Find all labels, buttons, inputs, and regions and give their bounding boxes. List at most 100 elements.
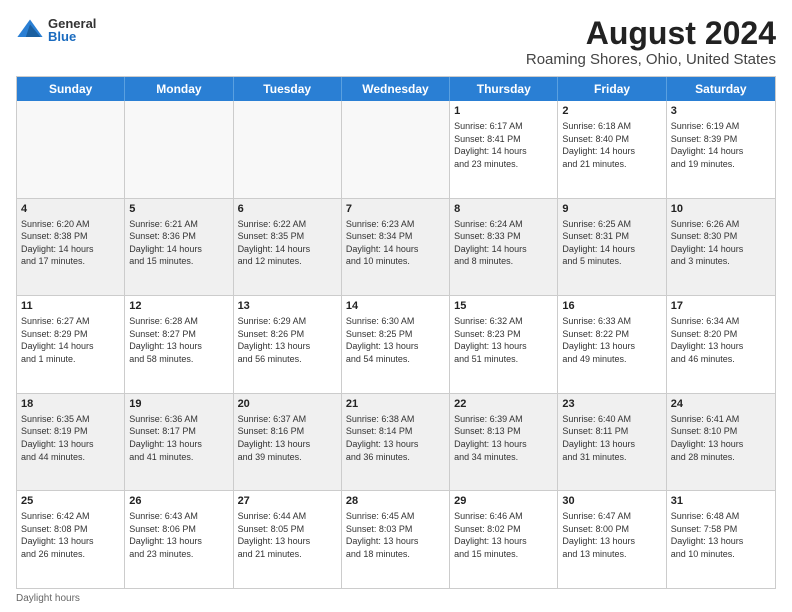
calendar-cell: 4Sunrise: 6:20 AM Sunset: 8:38 PM Daylig… xyxy=(17,199,125,296)
cell-info: Sunrise: 6:27 AM Sunset: 8:29 PM Dayligh… xyxy=(21,315,120,365)
day-number: 28 xyxy=(346,494,445,509)
calendar-cell: 15Sunrise: 6:32 AM Sunset: 8:23 PM Dayli… xyxy=(450,296,558,393)
calendar-header-cell: Monday xyxy=(125,77,233,101)
calendar-header-cell: Thursday xyxy=(450,77,558,101)
calendar-cell: 18Sunrise: 6:35 AM Sunset: 8:19 PM Dayli… xyxy=(17,394,125,491)
calendar-header-cell: Friday xyxy=(558,77,666,101)
cell-info: Sunrise: 6:38 AM Sunset: 8:14 PM Dayligh… xyxy=(346,413,445,463)
calendar-cell: 2Sunrise: 6:18 AM Sunset: 8:40 PM Daylig… xyxy=(558,101,666,198)
day-number: 21 xyxy=(346,397,445,412)
day-number: 29 xyxy=(454,494,553,509)
calendar-cell: 30Sunrise: 6:47 AM Sunset: 8:00 PM Dayli… xyxy=(558,491,666,588)
day-number: 14 xyxy=(346,299,445,314)
calendar: SundayMondayTuesdayWednesdayThursdayFrid… xyxy=(16,76,776,589)
calendar-row: 25Sunrise: 6:42 AM Sunset: 8:08 PM Dayli… xyxy=(17,491,775,588)
cell-info: Sunrise: 6:41 AM Sunset: 8:10 PM Dayligh… xyxy=(671,413,771,463)
calendar-cell: 21Sunrise: 6:38 AM Sunset: 8:14 PM Dayli… xyxy=(342,394,450,491)
cell-info: Sunrise: 6:47 AM Sunset: 8:00 PM Dayligh… xyxy=(562,510,661,560)
cell-info: Sunrise: 6:21 AM Sunset: 8:36 PM Dayligh… xyxy=(129,218,228,268)
logo: General Blue xyxy=(16,16,96,44)
cell-info: Sunrise: 6:19 AM Sunset: 8:39 PM Dayligh… xyxy=(671,120,771,170)
day-number: 13 xyxy=(238,299,337,314)
day-number: 4 xyxy=(21,202,120,217)
cell-info: Sunrise: 6:25 AM Sunset: 8:31 PM Dayligh… xyxy=(562,218,661,268)
subtitle: Roaming Shores, Ohio, United States xyxy=(526,51,776,68)
header: General Blue August 2024 Roaming Shores,… xyxy=(16,16,776,68)
calendar-cell: 22Sunrise: 6:39 AM Sunset: 8:13 PM Dayli… xyxy=(450,394,558,491)
calendar-cell: 20Sunrise: 6:37 AM Sunset: 8:16 PM Dayli… xyxy=(234,394,342,491)
calendar-row: 1Sunrise: 6:17 AM Sunset: 8:41 PM Daylig… xyxy=(17,101,775,199)
calendar-cell: 3Sunrise: 6:19 AM Sunset: 8:39 PM Daylig… xyxy=(667,101,775,198)
day-number: 17 xyxy=(671,299,771,314)
calendar-cell: 17Sunrise: 6:34 AM Sunset: 8:20 PM Dayli… xyxy=(667,296,775,393)
calendar-cell: 23Sunrise: 6:40 AM Sunset: 8:11 PM Dayli… xyxy=(558,394,666,491)
day-number: 30 xyxy=(562,494,661,509)
day-number: 6 xyxy=(238,202,337,217)
calendar-cell xyxy=(342,101,450,198)
cell-info: Sunrise: 6:36 AM Sunset: 8:17 PM Dayligh… xyxy=(129,413,228,463)
cell-info: Sunrise: 6:33 AM Sunset: 8:22 PM Dayligh… xyxy=(562,315,661,365)
cell-info: Sunrise: 6:42 AM Sunset: 8:08 PM Dayligh… xyxy=(21,510,120,560)
calendar-header-cell: Wednesday xyxy=(342,77,450,101)
day-number: 10 xyxy=(671,202,771,217)
calendar-cell: 6Sunrise: 6:22 AM Sunset: 8:35 PM Daylig… xyxy=(234,199,342,296)
calendar-cell: 24Sunrise: 6:41 AM Sunset: 8:10 PM Dayli… xyxy=(667,394,775,491)
cell-info: Sunrise: 6:37 AM Sunset: 8:16 PM Dayligh… xyxy=(238,413,337,463)
day-number: 27 xyxy=(238,494,337,509)
day-number: 22 xyxy=(454,397,553,412)
title-block: August 2024 Roaming Shores, Ohio, United… xyxy=(526,16,776,68)
calendar-cell: 11Sunrise: 6:27 AM Sunset: 8:29 PM Dayli… xyxy=(17,296,125,393)
calendar-cell: 26Sunrise: 6:43 AM Sunset: 8:06 PM Dayli… xyxy=(125,491,233,588)
cell-info: Sunrise: 6:18 AM Sunset: 8:40 PM Dayligh… xyxy=(562,120,661,170)
day-number: 2 xyxy=(562,104,661,119)
cell-info: Sunrise: 6:22 AM Sunset: 8:35 PM Dayligh… xyxy=(238,218,337,268)
cell-info: Sunrise: 6:46 AM Sunset: 8:02 PM Dayligh… xyxy=(454,510,553,560)
page: General Blue August 2024 Roaming Shores,… xyxy=(0,0,792,612)
cell-info: Sunrise: 6:34 AM Sunset: 8:20 PM Dayligh… xyxy=(671,315,771,365)
calendar-row: 18Sunrise: 6:35 AM Sunset: 8:19 PM Dayli… xyxy=(17,394,775,492)
day-number: 8 xyxy=(454,202,553,217)
calendar-header-cell: Tuesday xyxy=(234,77,342,101)
calendar-cell: 8Sunrise: 6:24 AM Sunset: 8:33 PM Daylig… xyxy=(450,199,558,296)
day-number: 23 xyxy=(562,397,661,412)
calendar-body: 1Sunrise: 6:17 AM Sunset: 8:41 PM Daylig… xyxy=(17,101,775,588)
cell-info: Sunrise: 6:32 AM Sunset: 8:23 PM Dayligh… xyxy=(454,315,553,365)
day-number: 12 xyxy=(129,299,228,314)
calendar-row: 11Sunrise: 6:27 AM Sunset: 8:29 PM Dayli… xyxy=(17,296,775,394)
logo-icon xyxy=(16,16,44,44)
cell-info: Sunrise: 6:29 AM Sunset: 8:26 PM Dayligh… xyxy=(238,315,337,365)
day-number: 31 xyxy=(671,494,771,509)
day-number: 19 xyxy=(129,397,228,412)
day-number: 16 xyxy=(562,299,661,314)
day-number: 26 xyxy=(129,494,228,509)
calendar-cell: 1Sunrise: 6:17 AM Sunset: 8:41 PM Daylig… xyxy=(450,101,558,198)
calendar-cell: 13Sunrise: 6:29 AM Sunset: 8:26 PM Dayli… xyxy=(234,296,342,393)
cell-info: Sunrise: 6:35 AM Sunset: 8:19 PM Dayligh… xyxy=(21,413,120,463)
cell-info: Sunrise: 6:48 AM Sunset: 7:58 PM Dayligh… xyxy=(671,510,771,560)
day-number: 1 xyxy=(454,104,553,119)
cell-info: Sunrise: 6:20 AM Sunset: 8:38 PM Dayligh… xyxy=(21,218,120,268)
day-number: 25 xyxy=(21,494,120,509)
main-title: August 2024 xyxy=(526,16,776,51)
cell-info: Sunrise: 6:45 AM Sunset: 8:03 PM Dayligh… xyxy=(346,510,445,560)
logo-text: General Blue xyxy=(48,17,96,43)
calendar-header-cell: Sunday xyxy=(17,77,125,101)
day-number: 15 xyxy=(454,299,553,314)
cell-info: Sunrise: 6:23 AM Sunset: 8:34 PM Dayligh… xyxy=(346,218,445,268)
calendar-cell: 27Sunrise: 6:44 AM Sunset: 8:05 PM Dayli… xyxy=(234,491,342,588)
day-number: 11 xyxy=(21,299,120,314)
calendar-cell: 25Sunrise: 6:42 AM Sunset: 8:08 PM Dayli… xyxy=(17,491,125,588)
cell-info: Sunrise: 6:17 AM Sunset: 8:41 PM Dayligh… xyxy=(454,120,553,170)
day-number: 20 xyxy=(238,397,337,412)
calendar-cell: 10Sunrise: 6:26 AM Sunset: 8:30 PM Dayli… xyxy=(667,199,775,296)
day-number: 9 xyxy=(562,202,661,217)
calendar-cell: 28Sunrise: 6:45 AM Sunset: 8:03 PM Dayli… xyxy=(342,491,450,588)
cell-info: Sunrise: 6:24 AM Sunset: 8:33 PM Dayligh… xyxy=(454,218,553,268)
footer-note: Daylight hours xyxy=(16,589,776,604)
day-number: 18 xyxy=(21,397,120,412)
calendar-cell: 16Sunrise: 6:33 AM Sunset: 8:22 PM Dayli… xyxy=(558,296,666,393)
calendar-cell: 12Sunrise: 6:28 AM Sunset: 8:27 PM Dayli… xyxy=(125,296,233,393)
cell-info: Sunrise: 6:30 AM Sunset: 8:25 PM Dayligh… xyxy=(346,315,445,365)
cell-info: Sunrise: 6:44 AM Sunset: 8:05 PM Dayligh… xyxy=(238,510,337,560)
calendar-cell xyxy=(17,101,125,198)
